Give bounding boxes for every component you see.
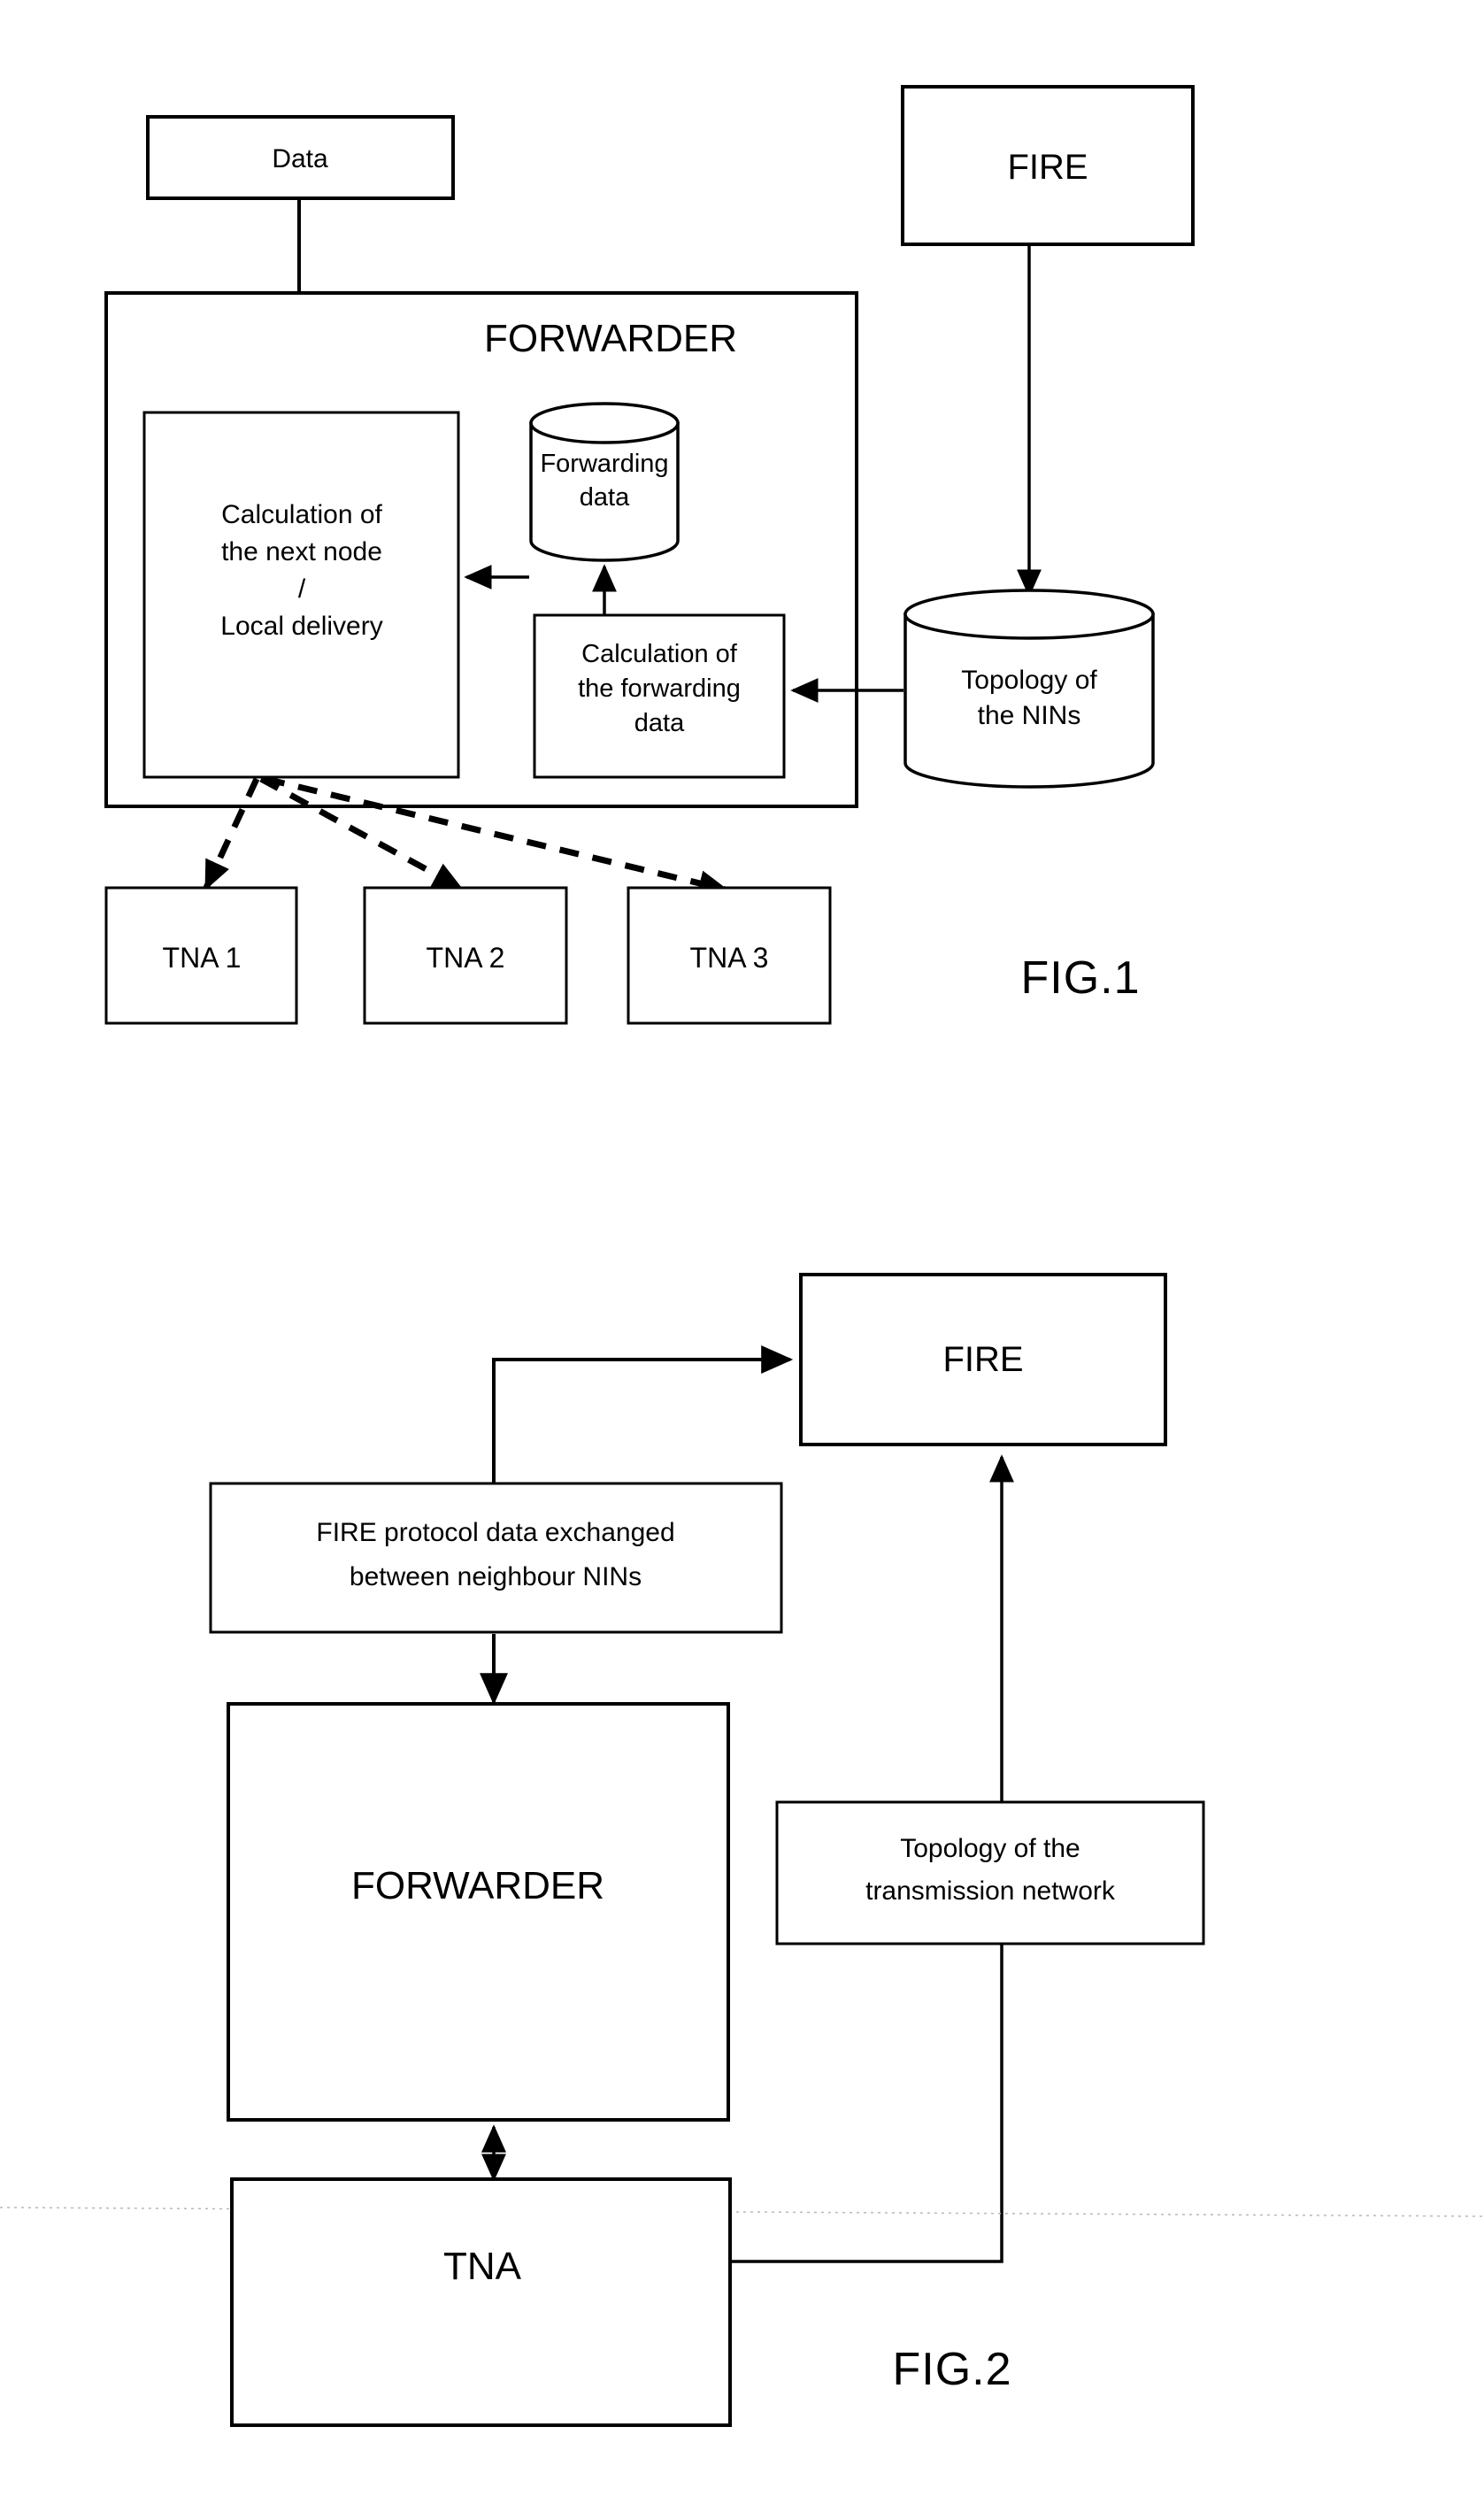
fig1-calc-next-node-line1: Calculation of: [221, 500, 382, 529]
fig2-topology-box: Topology of the transmission network: [775, 1800, 1205, 1945]
fig1-tna2-label: TNA 2: [427, 942, 505, 974]
fig1-calc-next-node-box: Calculation of the next node / Local del…: [142, 411, 460, 779]
fig1-fire-box: FIRE: [901, 85, 1195, 246]
fig1-forwarder-title: FORWARDER: [484, 317, 737, 360]
fig2-fire-box: FIRE: [799, 1273, 1167, 1446]
fig1-calc-next-node-line3: /: [298, 574, 306, 604]
fig2-topology-line1: Topology of the: [900, 1834, 1080, 1863]
fig1-forwarding-data-cylinder: Forwarding data: [529, 402, 680, 562]
fig1-topology-cylinder: Topology of the NINs: [903, 589, 1155, 789]
fig2-fire-protocol-line1: FIRE protocol data exchanged: [316, 1518, 674, 1547]
fig2-fire-protocol-box: FIRE protocol data exchanged between nei…: [209, 1482, 783, 1634]
fig2-caption: FIG.2: [892, 2344, 1011, 2395]
fig1-calc-forwarding-data-box: Calculation of the forwarding data: [533, 613, 786, 779]
fig2-tna-label: TNA: [443, 2245, 522, 2288]
fig1-tna2-box: TNA 2: [363, 886, 568, 1025]
fig1-calc-fwd-line1: Calculation of: [581, 640, 738, 668]
fig1-topology-line1: Topology of: [961, 666, 1097, 695]
fig2-forwarder-label: FORWARDER: [351, 1864, 604, 1907]
patent-figure-sheet: Data FORWARDER Calculation of the next n…: [0, 0, 1484, 2504]
fig1-topology-line2: the NINs: [978, 701, 1081, 730]
fig2-topology-line2: transmission network: [865, 1876, 1116, 1906]
fig1-tna1-box: TNA 1: [104, 886, 298, 1025]
fig1-calc-next-node-line2: the next node: [221, 537, 382, 566]
fig1-data-box: Data: [146, 115, 455, 200]
fig1-calc-fwd-line2: the forwarding: [578, 674, 741, 703]
fig1-calc-fwd-line3: data: [634, 709, 685, 737]
fig2-forwarder-box: FORWARDER: [227, 1702, 730, 2122]
fig1-tna3-label: TNA 3: [690, 942, 769, 974]
fig1-tna3-box: TNA 3: [627, 886, 832, 1025]
fig1-forwarding-data-line1: Forwarding: [540, 450, 668, 478]
fig2-tna-box: TNA: [230, 2177, 732, 2427]
fig2-fire-protocol-line2: between neighbour NINs: [350, 1562, 642, 1591]
fig1-fire-label: FIRE: [1007, 148, 1088, 187]
fig1-tna1-label: TNA 1: [163, 942, 242, 974]
fig1-data-label: Data: [272, 144, 328, 173]
fig1-caption: FIG.1: [1020, 952, 1140, 1004]
fig1-calc-next-node-line4: Local delivery: [220, 612, 382, 641]
fig1-forwarding-data-line2: data: [580, 483, 630, 512]
fig2-fire-label: FIRE: [942, 1340, 1023, 1379]
